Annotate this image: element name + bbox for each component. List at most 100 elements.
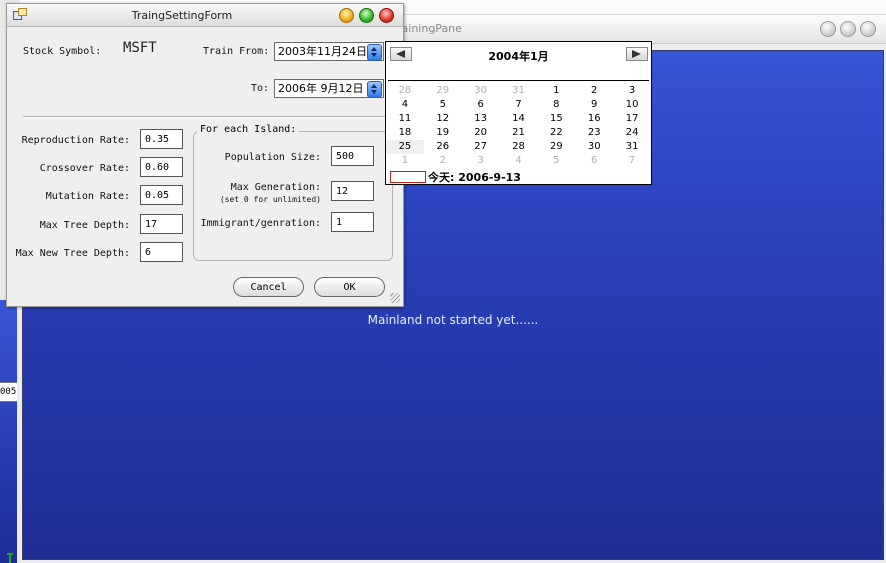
section-divider bbox=[23, 116, 398, 118]
train-from-value: 2003年11月24日 bbox=[278, 45, 367, 58]
calendar-week-row: 11 12 13 14 15 16 17 bbox=[386, 112, 651, 126]
today-marker bbox=[390, 171, 426, 183]
calendar-day[interactable]: 7 bbox=[613, 154, 651, 168]
calendar-day[interactable]: 1 bbox=[386, 154, 424, 168]
calendar-day[interactable]: 15 bbox=[537, 112, 575, 126]
calendar-today-link[interactable]: 今天: 2006-9-13 bbox=[428, 169, 521, 185]
calendar-day[interactable]: 13 bbox=[462, 112, 500, 126]
immigrant-label: Immigrant/genration: bbox=[200, 218, 321, 229]
mainland-status-message: Mainland not started yet...... bbox=[367, 313, 539, 327]
max-tree-depth-label: Max Tree Depth: bbox=[39, 220, 130, 231]
calendar-day[interactable]: 19 bbox=[424, 126, 462, 140]
dialog-titlebar[interactable]: TraingSettingForm bbox=[7, 4, 403, 27]
train-to-value: 2006年 9月12日 bbox=[278, 82, 364, 95]
max-generation-input[interactable]: 12 bbox=[331, 181, 374, 201]
calendar-week-row: 25 26 27 28 29 30 31 bbox=[386, 140, 651, 154]
crossover-rate-label: Crossover Rate: bbox=[39, 163, 130, 174]
pane-maximize-button[interactable] bbox=[840, 21, 856, 37]
stock-symbol-label: Stock Symbol: bbox=[23, 46, 102, 57]
reproduction-rate-input[interactable]: 0.35 bbox=[140, 129, 183, 149]
calendar-day[interactable]: 3 bbox=[462, 154, 500, 168]
calendar-day[interactable]: 17 bbox=[613, 112, 651, 126]
mutation-rate-input[interactable]: 0.05 bbox=[140, 185, 183, 205]
calendar-day[interactable]: 29 bbox=[537, 140, 575, 154]
close-button[interactable] bbox=[379, 8, 394, 23]
max-generation-hint: (set 0 for unlimited) bbox=[219, 195, 321, 204]
calendar-day[interactable]: 18 bbox=[386, 126, 424, 140]
to-label: To: bbox=[251, 83, 270, 94]
spinner-arrows-icon[interactable] bbox=[367, 44, 382, 61]
calendar-week-row: 1234567 bbox=[386, 154, 651, 168]
crossover-rate-input[interactable]: 0.60 bbox=[140, 157, 183, 177]
calendar-day[interactable]: 6 bbox=[575, 154, 613, 168]
calendar-day[interactable]: 7 bbox=[500, 98, 538, 112]
calendar-day[interactable]: 2 bbox=[575, 84, 613, 98]
calendar-day[interactable]: 24 bbox=[613, 126, 651, 140]
train-from-label: Train From: bbox=[203, 46, 270, 57]
population-size-input[interactable]: 500 bbox=[331, 146, 374, 166]
next-month-button[interactable] bbox=[626, 47, 648, 61]
calendar-day[interactable]: 31 bbox=[500, 84, 538, 98]
calendar-day[interactable]: 28 bbox=[386, 84, 424, 98]
minimize-button[interactable] bbox=[339, 8, 354, 23]
calendar-day[interactable]: 9 bbox=[575, 98, 613, 112]
calendar-week-row: 18 19 20 21 22 23 24 bbox=[386, 126, 651, 140]
island-group-label: For each Island: bbox=[197, 124, 300, 135]
calendar-popup: 2004年1月 28 29 30 31 1 2 3 4 5 6 7 8 9 10 11 12 13 14 15 16 1… bbox=[385, 41, 652, 185]
cancel-button[interactable]: Cancel bbox=[233, 277, 304, 297]
reproduction-rate-label: Reproduction Rate: bbox=[21, 135, 130, 146]
calendar-day[interactable]: 14 bbox=[500, 112, 538, 126]
calendar-day[interactable]: 30 bbox=[575, 140, 613, 154]
pane-close-button[interactable] bbox=[860, 21, 876, 37]
calendar-day[interactable]: 10 bbox=[613, 98, 651, 112]
calendar-day[interactable]: 16 bbox=[575, 112, 613, 126]
calendar-day-grid: 28 29 30 31 1 2 3 4 5 6 7 8 9 10 11 12 13 14 15 16 17 18 19 20 2… bbox=[386, 84, 651, 168]
calendar-day[interactable]: 23 bbox=[575, 126, 613, 140]
mutation-rate-label: Mutation Rate: bbox=[45, 191, 130, 202]
calendar-weekday-header bbox=[388, 68, 649, 81]
population-size-label: Population Size: bbox=[224, 152, 321, 163]
calendar-day[interactable]: 30 bbox=[462, 84, 500, 98]
max-new-tree-depth-input[interactable]: 6 bbox=[140, 242, 183, 262]
calendar-day[interactable]: 31 bbox=[613, 140, 651, 154]
calendar-day[interactable]: 4 bbox=[386, 98, 424, 112]
calendar-day[interactable]: 2 bbox=[424, 154, 462, 168]
calendar-day[interactable]: 3 bbox=[613, 84, 651, 98]
calendar-day[interactable]: 1 bbox=[537, 84, 575, 98]
calendar-month-title: 2004年1月 bbox=[488, 50, 549, 63]
calendar-day[interactable]: 5 bbox=[537, 154, 575, 168]
calendar-day[interactable]: 28 bbox=[500, 140, 538, 154]
pane-minimize-button[interactable] bbox=[820, 21, 836, 37]
max-new-tree-depth-label: Max New Tree Depth: bbox=[15, 248, 130, 259]
stock-symbol-value[interactable]: MSFT bbox=[123, 40, 167, 60]
calendar-day[interactable]: 20 bbox=[462, 126, 500, 140]
zoom-button[interactable] bbox=[359, 8, 374, 23]
calendar-week-row: 4 5 6 7 8 9 10 bbox=[386, 98, 651, 112]
dialog-title: TraingSettingForm bbox=[131, 9, 233, 22]
arrow-right-icon bbox=[632, 50, 641, 58]
calendar-day[interactable]: 8 bbox=[537, 98, 575, 112]
training-pane-title: rainingPane bbox=[397, 22, 462, 35]
max-generation-label: Max Generation: bbox=[230, 182, 321, 193]
immigrant-input[interactable]: 1 bbox=[331, 212, 374, 232]
calendar-day[interactable]: 12 bbox=[424, 112, 462, 126]
max-tree-depth-input[interactable]: 17 bbox=[140, 214, 183, 234]
green-marker-icon bbox=[7, 553, 13, 563]
spinner-arrows-icon[interactable] bbox=[367, 81, 382, 98]
calendar-day[interactable]: 6 bbox=[462, 98, 500, 112]
calendar-day[interactable]: 22 bbox=[537, 126, 575, 140]
calendar-day[interactable]: 29 bbox=[424, 84, 462, 98]
calendar-day[interactable]: 21 bbox=[500, 126, 538, 140]
ok-button[interactable]: OK bbox=[314, 277, 385, 297]
train-from-date-picker[interactable]: 2003年11月24日 bbox=[274, 42, 384, 61]
calendar-day[interactable]: 11 bbox=[386, 112, 424, 126]
train-to-date-picker[interactable]: 2006年 9月12日 bbox=[274, 79, 384, 98]
resize-grip-icon[interactable] bbox=[390, 293, 400, 303]
calendar-week-row: 28 29 30 31 1 2 3 bbox=[386, 84, 651, 98]
training-settings-dialog: TraingSettingForm Stock Symbol: MSFT Tra… bbox=[6, 3, 404, 307]
calendar-day[interactable]: 27 bbox=[462, 140, 500, 154]
calendar-day[interactable]: 25 bbox=[386, 140, 424, 154]
calendar-day[interactable]: 5 bbox=[424, 98, 462, 112]
calendar-day[interactable]: 26 bbox=[424, 140, 462, 154]
calendar-day[interactable]: 4 bbox=[500, 154, 538, 168]
